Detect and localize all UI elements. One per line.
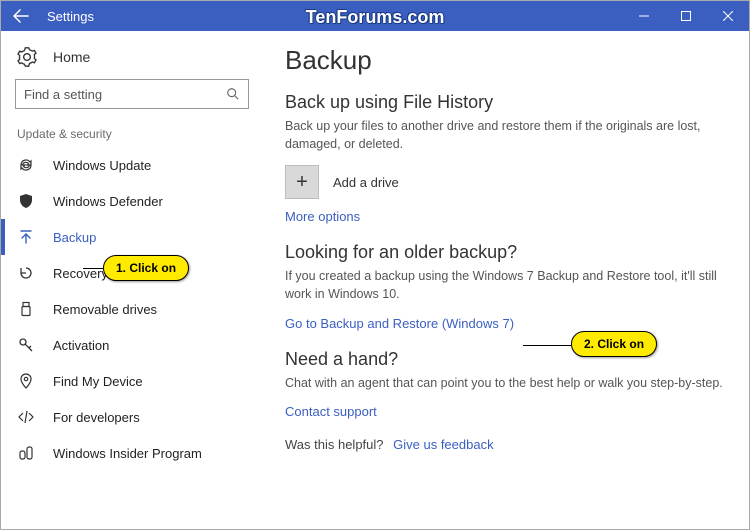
more-options-link[interactable]: More options bbox=[285, 209, 723, 224]
home-button[interactable]: Home bbox=[1, 43, 263, 79]
back-button[interactable] bbox=[1, 1, 41, 31]
sidebar-item-label: Windows Insider Program bbox=[53, 446, 202, 461]
key-icon bbox=[17, 336, 35, 354]
sidebar-item-for-developers[interactable]: For developers bbox=[1, 399, 263, 435]
sidebar-item-activation[interactable]: Activation bbox=[1, 327, 263, 363]
window-controls bbox=[623, 1, 749, 31]
sidebar-item-label: Windows Defender bbox=[53, 194, 163, 209]
plus-icon: + bbox=[285, 165, 319, 199]
section-title: Back up using File History bbox=[285, 92, 723, 113]
give-feedback-link[interactable]: Give us feedback bbox=[393, 437, 493, 452]
add-drive-label: Add a drive bbox=[333, 175, 399, 190]
page-title: Backup bbox=[285, 45, 723, 76]
search-placeholder: Find a setting bbox=[24, 87, 102, 102]
titlebar: Settings bbox=[1, 1, 749, 31]
backup-icon bbox=[17, 228, 35, 246]
sidebar-item-label: Backup bbox=[53, 230, 96, 245]
developer-icon bbox=[17, 408, 35, 426]
shield-icon bbox=[17, 192, 35, 210]
section-desc: Back up your files to another drive and … bbox=[285, 117, 723, 153]
sidebar-item-removable-drives[interactable]: Removable drives bbox=[1, 291, 263, 327]
sidebar-item-label: Find My Device bbox=[53, 374, 143, 389]
callout-two: 2. Click on bbox=[571, 331, 657, 357]
section-title: Need a hand? bbox=[285, 349, 723, 370]
section-desc: If you created a backup using the Window… bbox=[285, 267, 723, 303]
section-title: Looking for an older backup? bbox=[285, 242, 723, 263]
section-label: Update & security bbox=[1, 123, 263, 147]
file-history-section: Back up using File History Back up your … bbox=[285, 92, 723, 224]
contact-support-link[interactable]: Contact support bbox=[285, 404, 723, 419]
sync-icon bbox=[17, 156, 35, 174]
sidebar-item-windows-insider[interactable]: Windows Insider Program bbox=[1, 435, 263, 471]
sidebar-item-label: For developers bbox=[53, 410, 140, 425]
feedback-question: Was this helpful? bbox=[285, 437, 384, 452]
main-panel: Backup Back up using File History Back u… bbox=[263, 31, 749, 529]
gear-icon bbox=[17, 47, 37, 67]
feedback-row: Was this helpful? Give us feedback bbox=[285, 437, 723, 452]
home-label: Home bbox=[53, 49, 90, 65]
callout-one: 1. Click on bbox=[103, 255, 189, 281]
older-backup-section: Looking for an older backup? If you crea… bbox=[285, 242, 723, 330]
sidebar-item-windows-update[interactable]: Windows Update bbox=[1, 147, 263, 183]
location-icon bbox=[17, 372, 35, 390]
callout-connector bbox=[83, 268, 103, 269]
recovery-icon bbox=[17, 264, 35, 282]
minimize-button[interactable] bbox=[623, 1, 665, 31]
search-icon bbox=[226, 87, 240, 101]
usb-icon bbox=[17, 300, 35, 318]
maximize-button[interactable] bbox=[665, 1, 707, 31]
backup-restore-win7-link[interactable]: Go to Backup and Restore (Windows 7) bbox=[285, 316, 723, 331]
window-title: Settings bbox=[47, 9, 94, 24]
close-button[interactable] bbox=[707, 1, 749, 31]
help-section: Need a hand? Chat with an agent that can… bbox=[285, 349, 723, 419]
add-drive-button[interactable]: + Add a drive bbox=[285, 165, 723, 199]
sidebar-item-backup[interactable]: Backup bbox=[1, 219, 263, 255]
sidebar-item-label: Windows Update bbox=[53, 158, 151, 173]
sidebar-item-windows-defender[interactable]: Windows Defender bbox=[1, 183, 263, 219]
section-desc: Chat with an agent that can point you to… bbox=[285, 374, 723, 392]
sidebar-item-label: Activation bbox=[53, 338, 109, 353]
insider-icon bbox=[17, 444, 35, 462]
search-input[interactable]: Find a setting bbox=[15, 79, 249, 109]
sidebar-item-label: Removable drives bbox=[53, 302, 157, 317]
sidebar-item-find-my-device[interactable]: Find My Device bbox=[1, 363, 263, 399]
callout-connector bbox=[523, 345, 571, 346]
